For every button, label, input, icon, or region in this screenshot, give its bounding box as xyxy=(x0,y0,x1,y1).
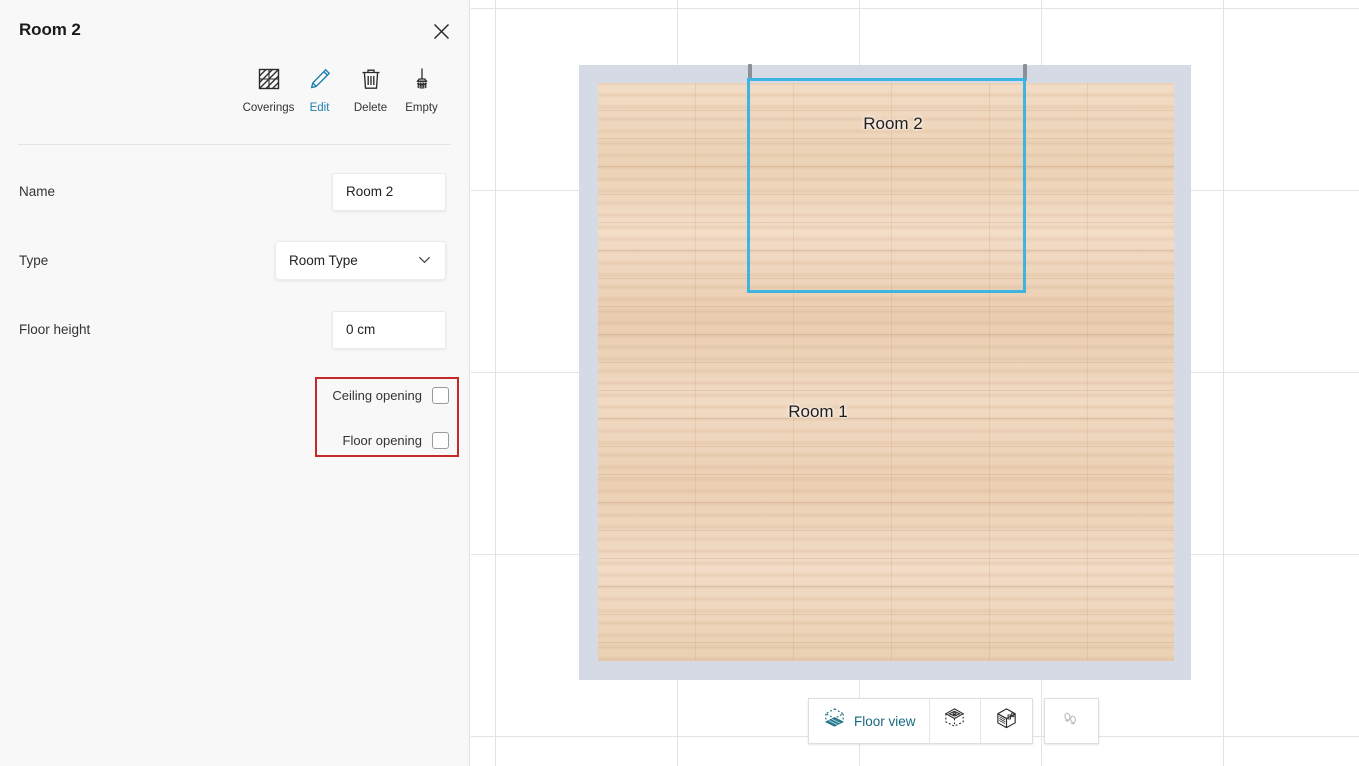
openings-highlight-box: Ceiling opening Floor opening xyxy=(315,377,459,457)
wall-stub-left xyxy=(748,64,752,81)
type-row: Type Room Type xyxy=(0,226,469,295)
room-action-bar: Coverings Edit xyxy=(0,60,469,144)
trash-icon xyxy=(359,64,383,94)
chevron-down-icon xyxy=(417,252,432,270)
ceiling-view-button[interactable] xyxy=(930,699,981,743)
floor-surface[interactable] xyxy=(598,83,1174,661)
wall-stub-right xyxy=(1023,64,1027,81)
broom-icon xyxy=(410,64,434,94)
pencil-icon xyxy=(308,64,332,94)
floor-view-button[interactable]: Floor view xyxy=(809,699,930,743)
close-button[interactable] xyxy=(425,18,457,50)
delete-label: Delete xyxy=(354,102,387,114)
panel-header: Room 2 xyxy=(0,0,469,60)
floor-opening-checkbox[interactable] xyxy=(432,432,449,449)
floor-view-icon xyxy=(822,706,847,736)
coverings-button[interactable]: Coverings xyxy=(243,60,294,144)
floor-height-label: Floor height xyxy=(19,322,90,337)
floor-opening-row: Floor opening xyxy=(343,432,450,449)
panel-title: Room 2 xyxy=(19,20,81,40)
close-icon xyxy=(432,22,451,46)
ceiling-view-icon xyxy=(942,706,967,736)
three-d-view-button[interactable] xyxy=(981,699,1032,743)
edit-label: Edit xyxy=(310,102,330,114)
coverings-hatch-icon xyxy=(257,64,281,94)
empty-button[interactable]: Empty xyxy=(396,60,447,144)
delete-button[interactable]: Delete xyxy=(345,60,396,144)
floor-height-row: Floor height 0 cm xyxy=(0,295,469,364)
floor-opening-label: Floor opening xyxy=(343,433,423,448)
name-label: Name xyxy=(19,184,55,199)
room-type-value: Room Type xyxy=(289,253,358,268)
floor-height-input[interactable]: 0 cm xyxy=(332,311,446,349)
type-label: Type xyxy=(19,253,48,268)
ceiling-opening-checkbox[interactable] xyxy=(432,387,449,404)
ceiling-opening-row: Ceiling opening xyxy=(332,387,449,404)
name-input[interactable]: Room 2 xyxy=(332,173,446,211)
room-editor-app: Room 2 Room 1 xyxy=(0,0,1359,766)
virtual-visit-group xyxy=(1044,698,1099,744)
empty-label: Empty xyxy=(405,102,438,114)
ceiling-opening-label: Ceiling opening xyxy=(332,388,422,403)
view-mode-group: Floor view xyxy=(808,698,1033,744)
room-type-select[interactable]: Room Type xyxy=(275,241,446,280)
coverings-label: Coverings xyxy=(243,102,295,114)
three-d-view-icon xyxy=(994,706,1019,736)
view-mode-toolbar: Floor view xyxy=(808,698,1099,744)
name-row: Name Room 2 xyxy=(0,157,469,226)
floor-view-label: Floor view xyxy=(854,714,916,729)
room-properties-panel: Room 2 xyxy=(0,0,470,766)
virtual-visit-button[interactable] xyxy=(1045,699,1096,743)
floor-plan-canvas[interactable]: Room 2 Room 1 xyxy=(471,0,1359,766)
footprints-icon xyxy=(1058,707,1082,736)
edit-button[interactable]: Edit xyxy=(294,60,345,144)
